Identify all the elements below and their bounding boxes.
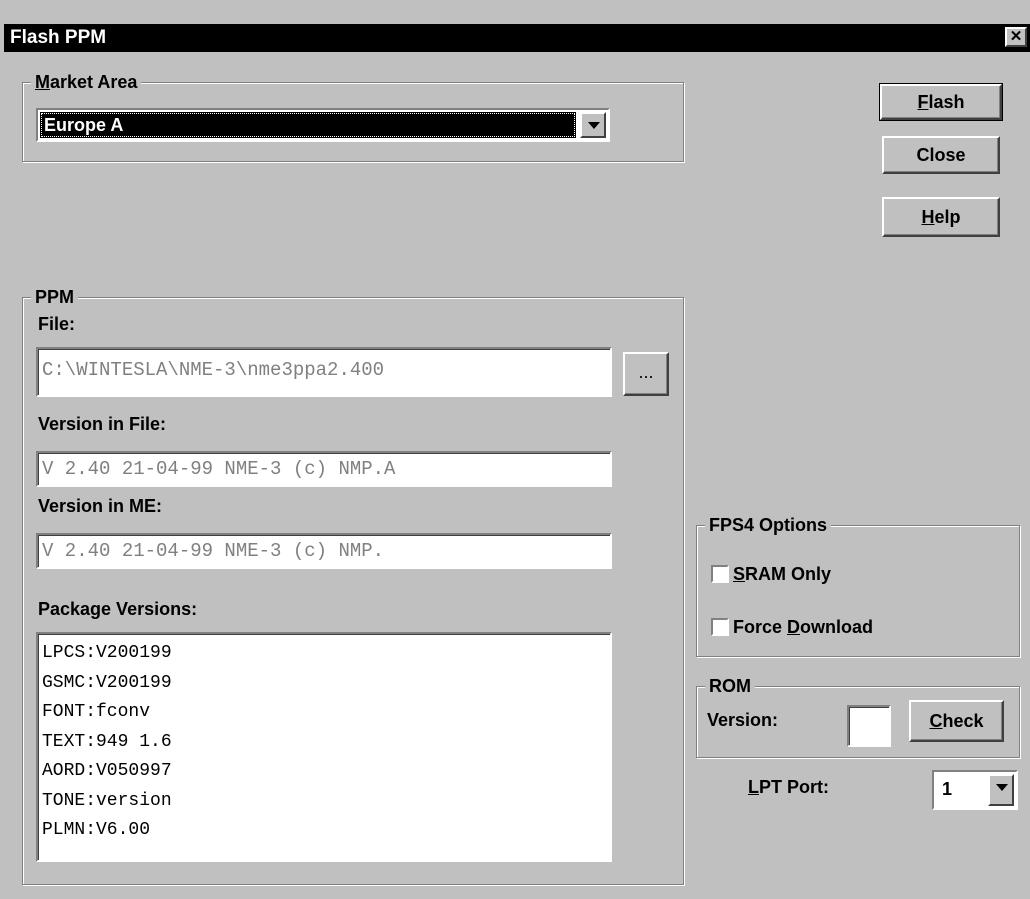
sram-only-checkbox[interactable] xyxy=(711,565,729,583)
market-area-selected-value: Europe A xyxy=(40,112,576,138)
chevron-down-icon[interactable] xyxy=(988,774,1014,806)
chevron-down-icon[interactable] xyxy=(580,112,606,138)
flash-ppm-dialog: Flash PPM ✕ Market Area Europe A Flash C… xyxy=(0,0,1030,899)
version-in-file-label: Version in File: xyxy=(38,414,167,434)
list-item: TONE:version xyxy=(42,790,172,811)
lpt-port-value: 1 xyxy=(942,779,953,799)
lpt-port-select[interactable]: 1 xyxy=(932,770,1018,810)
ppm-group-label: PPM xyxy=(31,286,79,308)
close-button[interactable]: Close xyxy=(882,136,1000,174)
list-item: PLMN:V6.00 xyxy=(42,820,151,840)
version-in-me-field[interactable]: V 2.40 21-04-99 NME-3 (c) NMP. xyxy=(36,533,612,569)
package-versions-label: Package Versions: xyxy=(38,599,198,619)
rom-group-label: ROM xyxy=(705,675,755,697)
browse-button[interactable]: ... xyxy=(623,352,669,396)
flash-button[interactable]: Flash xyxy=(879,83,1003,121)
check-button[interactable]: Check xyxy=(909,700,1004,742)
lpt-port-label: LPT Port: xyxy=(748,777,829,797)
sram-only-label[interactable]: SRAM Only xyxy=(733,563,831,585)
market-area-label: Market Area xyxy=(31,71,142,93)
close-window-button[interactable]: ✕ xyxy=(1005,27,1027,47)
force-download-checkbox[interactable] xyxy=(711,618,729,636)
file-label: File: xyxy=(38,314,76,334)
rom-version-field[interactable] xyxy=(847,705,891,747)
file-path-field[interactable]: C:\WINTESLA\NME-3\nme3ppa2.400 xyxy=(36,347,612,397)
fps4-options-label: FPS4 Options xyxy=(705,514,832,536)
package-versions-list[interactable]: LPCS:V200199 GSMC:V200199 FONT:fconv TEX… xyxy=(36,632,612,862)
close-icon: ✕ xyxy=(1009,28,1023,45)
force-download-label[interactable]: Force Download xyxy=(733,616,873,638)
title-bar[interactable]: Flash PPM ✕ xyxy=(4,24,1030,52)
list-item: GSMC:V200199 xyxy=(42,672,172,693)
help-button[interactable]: Help xyxy=(882,197,1000,237)
version-in-file-field[interactable]: V 2.40 21-04-99 NME-3 (c) NMP.A xyxy=(36,451,612,487)
market-area-select[interactable]: Europe A xyxy=(36,108,610,142)
rom-version-label: Version: xyxy=(707,710,779,730)
list-item: AORD:V050997 xyxy=(42,761,172,781)
version-in-me-label: Version in ME: xyxy=(38,496,163,516)
list-item: FONT:fconv xyxy=(42,702,151,722)
window-title: Flash PPM xyxy=(10,27,107,48)
list-item: TEXT:949 1.6 xyxy=(42,731,172,752)
list-item: LPCS:V200199 xyxy=(42,643,172,663)
